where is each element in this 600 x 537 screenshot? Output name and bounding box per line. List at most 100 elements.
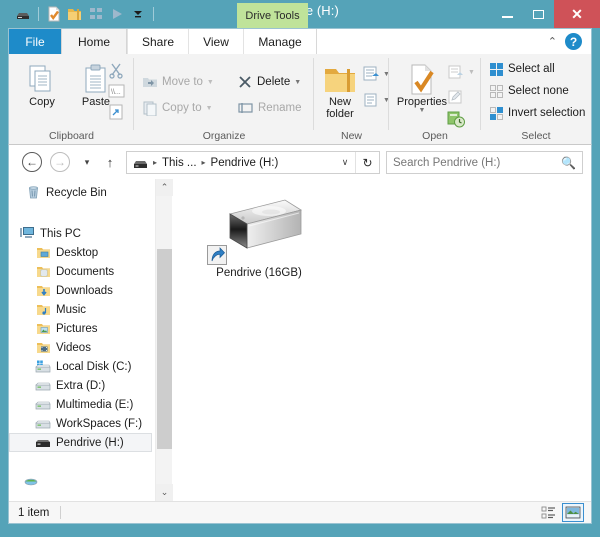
- cut-icon: [109, 63, 123, 79]
- copy-path-button[interactable]: \\...: [108, 83, 125, 104]
- sidebar-label: Pendrive (H:): [56, 436, 124, 449]
- pendrive-icon: [35, 435, 51, 451]
- help-icon[interactable]: ?: [565, 33, 582, 50]
- paste-shortcut-button[interactable]: [108, 103, 124, 125]
- copy-to-button[interactable]: Copy to ▼: [142, 98, 213, 118]
- sidebar-item-local-disk-c[interactable]: Local Disk (C:): [9, 357, 171, 376]
- contextual-tab-drive-tools: Drive Tools: [237, 3, 308, 28]
- select-all-label: Select all: [508, 63, 555, 75]
- breadcrumb-this-pc[interactable]: This ...: [162, 157, 197, 169]
- collapse-ribbon-icon[interactable]: ⌃: [548, 35, 557, 48]
- navigation-pane-scrollbar[interactable]: ⌃ ⌄: [155, 179, 173, 501]
- tab-home[interactable]: Home: [61, 29, 127, 54]
- chevron-down-icon[interactable]: ▼: [207, 79, 214, 86]
- sidebar-item-music[interactable]: Music: [9, 300, 171, 319]
- copy-button[interactable]: Copy: [15, 62, 69, 108]
- chevron-down-icon[interactable]: ▼: [294, 79, 301, 86]
- sidebar-item-pictures[interactable]: Pictures: [9, 319, 171, 338]
- details-view-button[interactable]: [537, 503, 559, 522]
- address-path-box[interactable]: ▸ This ... ▸ Pendrive (H:) ∨ ↻: [126, 151, 380, 174]
- easy-access-button[interactable]: ▼: [362, 90, 390, 110]
- ribbon-group-new: New folder ▼ ▼ New: [314, 54, 390, 144]
- sidebar-item-videos[interactable]: Videos: [9, 338, 171, 357]
- sidebar-item-extra-d[interactable]: Extra (D:): [9, 376, 171, 395]
- new-folder-icon: [316, 62, 364, 96]
- delete-icon: [239, 76, 251, 88]
- sidebar-label: Documents: [56, 265, 115, 278]
- up-button[interactable]: ↑: [100, 152, 120, 172]
- music-folder-icon: [35, 302, 51, 318]
- sidebar-label: Local Disk (C:): [56, 360, 132, 373]
- tab-manage[interactable]: Manage: [243, 29, 317, 54]
- file-explorer-window: Pendrive (H:) ✕ Drive Tools File Home Sh…: [0, 0, 600, 537]
- explorer-body: ← → ▾ ↑ ▸ This ... ▸ Pendrive (H:) ∨ ↻ S…: [8, 145, 592, 524]
- invert-selection-button[interactable]: Invert selection: [489, 103, 585, 123]
- item-count-label: 1 item: [18, 506, 50, 519]
- navigation-pane[interactable]: Recycle Bin This PC Desktop Documents Do…: [9, 179, 172, 501]
- open-icon: [448, 65, 463, 79]
- paste-label: Paste: [81, 96, 111, 108]
- scroll-down-button[interactable]: ⌄: [156, 484, 173, 501]
- properties-button[interactable]: Properties ▼: [391, 62, 453, 114]
- new-item-button[interactable]: ▼: [362, 64, 390, 84]
- sidebar-item-workspaces-f[interactable]: WorkSpaces (F:): [9, 414, 171, 433]
- sidebar-label: Extra (D:): [56, 379, 106, 392]
- group-label-open: Open: [422, 130, 448, 142]
- search-placeholder: Search Pendrive (H:): [393, 156, 501, 169]
- sidebar-item-downloads[interactable]: Downloads: [9, 281, 171, 300]
- large-icons-view-button[interactable]: [562, 503, 584, 522]
- chevron-down-icon[interactable]: ▼: [468, 69, 475, 76]
- tab-view[interactable]: View: [188, 29, 243, 54]
- maximize-icon: [533, 9, 544, 19]
- cut-button[interactable]: [108, 63, 124, 84]
- history-button[interactable]: [447, 109, 465, 129]
- hard-drive-icon: [35, 416, 51, 432]
- invert-selection-label: Invert selection: [508, 107, 586, 119]
- address-dropdown-icon[interactable]: ∨: [335, 152, 355, 173]
- chevron-down-icon[interactable]: ▼: [206, 105, 213, 112]
- content-pane[interactable]: Pendrive (16GB): [173, 179, 591, 501]
- properties-icon: [391, 62, 453, 96]
- select-none-label: Select none: [508, 85, 569, 97]
- scrollbar-thumb[interactable]: [157, 249, 172, 449]
- sidebar-item-network[interactable]: [9, 472, 171, 491]
- scroll-up-button[interactable]: ⌃: [156, 179, 173, 196]
- rename-button[interactable]: Rename: [237, 98, 301, 118]
- open-button[interactable]: ▼: [447, 62, 475, 82]
- back-button[interactable]: ←: [22, 152, 42, 172]
- select-none-icon: [490, 84, 503, 98]
- sidebar-item-documents[interactable]: Documents: [9, 262, 171, 281]
- view-mode-buttons: [537, 503, 584, 522]
- search-input[interactable]: Search Pendrive (H:) 🔍: [386, 151, 583, 174]
- maximize-button[interactable]: [523, 0, 554, 28]
- drive-icon: [127, 157, 148, 169]
- list-item[interactable]: Pendrive (16GB): [199, 194, 319, 279]
- move-to-button[interactable]: Move to ▼: [142, 72, 214, 92]
- history-icon: [447, 111, 465, 127]
- sidebar-item-multimedia-e[interactable]: Multimedia (E:): [9, 395, 171, 414]
- sidebar-item-this-pc[interactable]: This PC: [9, 224, 171, 243]
- new-folder-button[interactable]: New folder: [316, 62, 364, 120]
- forward-button[interactable]: →: [50, 152, 70, 172]
- chevron-down-icon[interactable]: ▼: [391, 107, 453, 114]
- sidebar-item-recycle-bin[interactable]: Recycle Bin: [9, 183, 171, 202]
- ribbon-group-clipboard: Copy Paste \\... Clipboard: [9, 54, 134, 144]
- select-all-button[interactable]: Select all: [489, 59, 555, 79]
- invert-selection-icon: [490, 106, 503, 120]
- refresh-button[interactable]: ↻: [355, 152, 379, 173]
- tab-file[interactable]: File: [9, 29, 61, 54]
- tab-share[interactable]: Share: [127, 29, 188, 54]
- breadcrumb-separator: ▸: [201, 158, 206, 167]
- recent-locations-button[interactable]: ▾: [77, 152, 97, 172]
- group-label-new: New: [340, 130, 362, 142]
- edit-button[interactable]: [447, 87, 464, 107]
- list-item-label: Pendrive (16GB): [216, 267, 302, 279]
- sidebar-item-pendrive-h[interactable]: Pendrive (H:): [9, 433, 152, 452]
- sidebar-item-desktop[interactable]: Desktop: [9, 243, 171, 262]
- minimize-button[interactable]: [492, 0, 523, 28]
- select-none-button[interactable]: Select none: [489, 81, 569, 101]
- search-icon[interactable]: 🔍: [561, 156, 576, 170]
- breadcrumb-pendrive[interactable]: Pendrive (H:): [211, 157, 279, 169]
- delete-button[interactable]: Delete ▼: [237, 72, 301, 92]
- close-button[interactable]: ✕: [554, 0, 600, 28]
